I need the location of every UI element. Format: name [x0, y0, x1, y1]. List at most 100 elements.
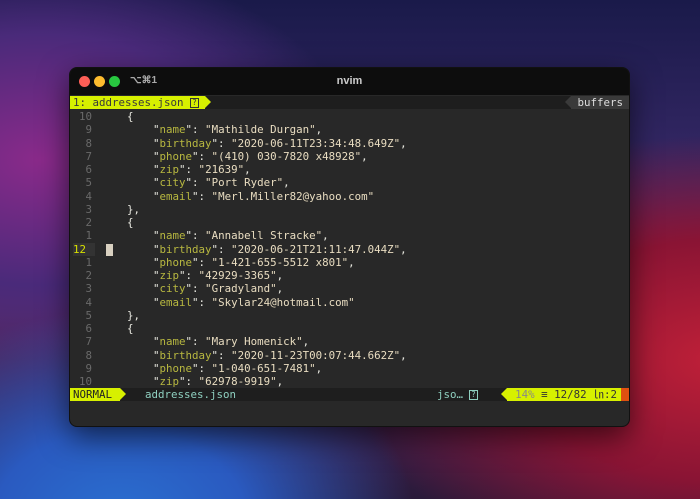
line-number: 10 — [78, 375, 92, 388]
json-value: 42929-3365 — [205, 269, 271, 282]
code-line[interactable]: 8 "birthday": "2020-06-11T23:34:48.649Z", — [70, 137, 629, 150]
code-line[interactable]: 10 "zip": "62978-9919", — [70, 375, 629, 388]
tab-addresses-json[interactable]: 1: addresses.json ? — [70, 96, 211, 109]
code-line[interactable]: 4 "email": "Merl.Miller82@yahoo.com" — [70, 190, 629, 203]
code-line[interactable]: 7 "phone": "(410) 030-7820 x48928", — [70, 150, 629, 163]
line-text: { — [127, 216, 134, 229]
line-text: "email": "Merl.Miller82@yahoo.com" — [153, 189, 375, 203]
statusline: NORMAL addresses.json jso… ? 14% ≡ 12/82… — [70, 388, 629, 401]
line-number: 2 — [85, 216, 92, 229]
comma: , — [322, 229, 329, 243]
code-line[interactable]: 4 "email": "Skylar24@hotmail.com" — [70, 296, 629, 309]
code-line[interactable]: 5}, — [70, 309, 629, 322]
comma: , — [276, 269, 284, 282]
status-filename: addresses.json — [145, 388, 237, 401]
comma: , — [276, 282, 284, 296]
line-number: 6 — [85, 322, 92, 335]
json-key: name — [159, 123, 186, 137]
json-value: Annabell Stracke — [211, 229, 316, 243]
line-text: "zip": "21639", — [153, 163, 251, 176]
editor-buffer[interactable]: 10 {9 "name": "Mathilde Durgan", 8 "birthday… — [70, 110, 629, 388]
json-key: email — [159, 295, 193, 309]
line-number: 3 — [85, 202, 92, 216]
cursor — [106, 243, 113, 256]
line-number: 10 — [78, 110, 92, 123]
json-value: 62978-9919 — [205, 375, 271, 388]
code-line[interactable]: 12 "birthday": "2020-06-21T21:11:47.044Z"… — [70, 242, 629, 256]
json-value: Mathilde Durgan — [211, 123, 310, 137]
json-value: 1-421-655-5512 x801 — [218, 255, 342, 269]
json-key: phone — [159, 361, 193, 375]
code-line[interactable]: 5 "city": "Port Ryder", — [70, 176, 629, 189]
code-line[interactable]: 7 "name": "Mary Homenick", — [70, 335, 629, 348]
code-line[interactable]: 9 "phone": "1-040-651-7481", — [70, 362, 629, 375]
json-value: 2020-06-11T23:34:48.649Z — [237, 136, 394, 150]
terminal-window: ⌥⌘1 nvim 1: addresses.json ? buffers 10 {… — [69, 67, 630, 427]
code-line[interactable]: 6 "zip": "21639", — [70, 163, 629, 176]
comma: , — [315, 361, 323, 375]
title-bar: ⌥⌘1 nvim — [70, 68, 629, 95]
code-line[interactable]: 9 "name": "Mathilde Durgan", — [70, 123, 629, 136]
comma: , — [276, 375, 284, 388]
line-text: "name": "Annabell Stracke", — [153, 229, 329, 243]
status-line-count: ≡ 12/82 — [541, 388, 587, 401]
line-text: "birthday": "2020-06-21T21:11:47.044Z", — [153, 242, 407, 256]
json-value: 2020-06-21T21:11:47.044Z — [237, 242, 394, 256]
line-text: "zip": "62978-9919", — [153, 375, 284, 388]
comma: , — [400, 136, 407, 150]
code-line[interactable]: 3}, — [70, 203, 629, 216]
line-number: 5 — [85, 308, 92, 322]
line-number: 12 — [73, 242, 95, 256]
line-text: { — [127, 110, 134, 123]
comma: , — [315, 123, 323, 137]
line-number: 2 — [85, 269, 92, 282]
line-text: "birthday": "2020-11-23T00:07:44.662Z", — [153, 348, 407, 362]
line-text: "zip": "42929-3365", — [153, 269, 284, 282]
code-line[interactable]: 1 "phone": "1-421-655-5512 x801", — [70, 256, 629, 269]
line-number: 4 — [85, 295, 92, 309]
status-position: 14% ≡ 12/82 ㏑:2 — [501, 388, 621, 401]
json-value: Skylar24@hotmail.com — [218, 295, 349, 309]
json-value: Merl.Miller82@yahoo.com — [218, 189, 368, 203]
line-number: 7 — [85, 149, 92, 163]
comma: , — [244, 163, 251, 176]
line-text: "phone": "(410) 030-7820 x48928", — [153, 149, 368, 163]
json-key: phone — [159, 149, 193, 163]
code-line[interactable]: 3 "city": "Gradyland", — [70, 282, 629, 295]
mode-indicator: NORMAL — [70, 388, 127, 401]
line-text: "birthday": "2020-06-11T23:34:48.649Z", — [153, 136, 407, 150]
line-number: 9 — [85, 361, 92, 375]
json-value: 1-040-651-7481 — [218, 361, 310, 375]
json-key: email — [159, 189, 193, 203]
json-key: name — [159, 335, 186, 349]
comma: , — [302, 335, 310, 349]
unknown-flag-icon: ? — [190, 98, 199, 108]
json-key: city — [159, 282, 186, 296]
comma: , — [283, 176, 290, 190]
comma: , — [348, 255, 355, 269]
warning-indicator — [621, 388, 629, 401]
json-key: birthday — [159, 242, 212, 256]
json-key: city — [159, 176, 186, 190]
json-key: name — [159, 229, 186, 243]
code-line[interactable]: 10 { — [70, 110, 629, 123]
line-text: }, — [127, 308, 141, 322]
json-key: phone — [159, 255, 193, 269]
line-text: "city": "Gradyland", — [153, 282, 284, 296]
line-number: 9 — [85, 123, 92, 137]
code-line[interactable]: 2{ — [70, 216, 629, 229]
code-line[interactable]: 8 "birthday": "2020-11-23T00:07:44.662Z", — [70, 349, 629, 362]
buffers-label: buffers — [565, 96, 629, 109]
tabline: 1: addresses.json ? buffers — [70, 96, 629, 109]
code-line[interactable]: 6{ — [70, 322, 629, 335]
code-line[interactable]: 1 "name": "Annabell Stracke", — [70, 229, 629, 242]
status-percent: 14% — [515, 388, 535, 401]
line-text: "email": "Skylar24@hotmail.com" — [153, 295, 355, 309]
code-line[interactable]: 2 "zip": "42929-3365", — [70, 269, 629, 282]
json-value: Gradyland — [211, 282, 271, 296]
json-value: Port Ryder — [211, 176, 277, 190]
line-text: "name": "Mary Homenick", — [153, 335, 310, 349]
json-value: Mary Homenick — [211, 335, 297, 349]
line-text: "phone": "1-040-651-7481", — [153, 361, 323, 375]
json-key: zip — [159, 375, 180, 388]
